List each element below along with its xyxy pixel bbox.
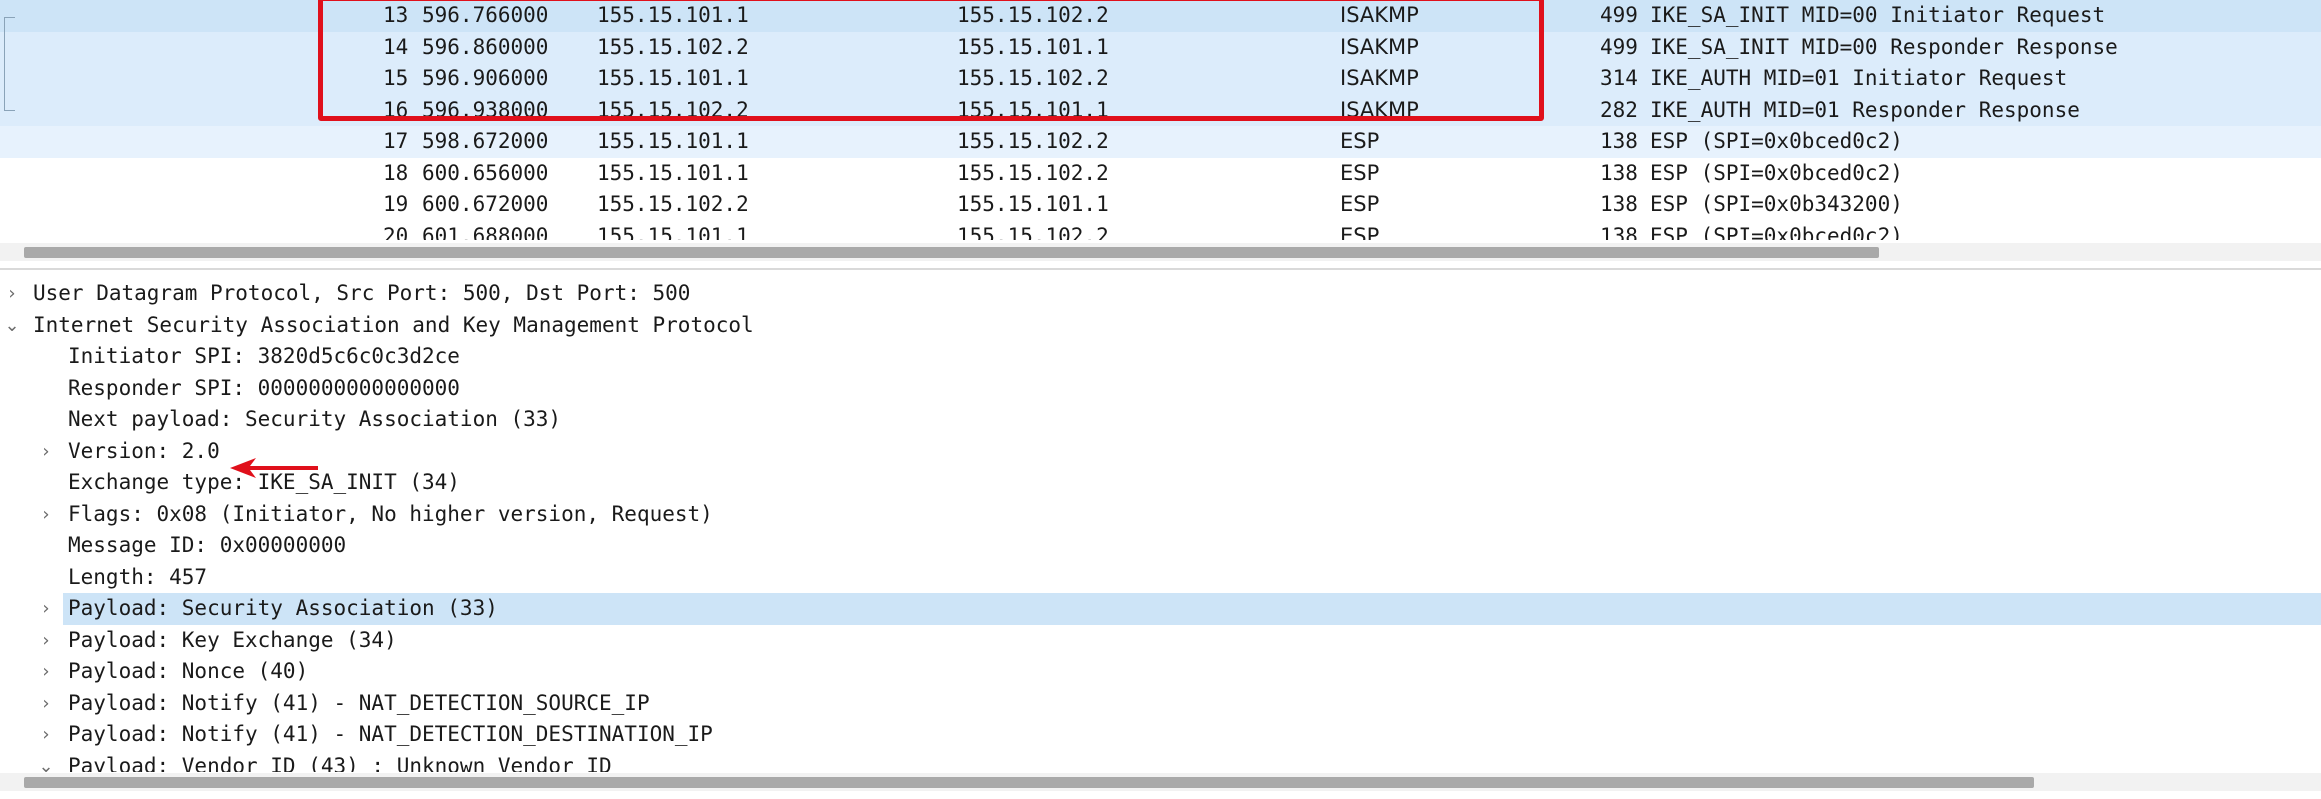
packet-info: IKE_SA_INIT MID=00 Responder Response — [1650, 34, 2118, 59]
tree-label: Payload: Notify (41) - NAT_DETECTION_DES… — [68, 722, 713, 746]
packet-length: 138 — [1600, 129, 1638, 153]
tree-row-payload-sa[interactable]: › Payload: Security Association (33) — [0, 593, 2321, 625]
annotation-highlight-box — [318, 0, 1544, 121]
packet-row-19[interactable]: 19 600.672000 155.15.102.2 155.15.101.1 … — [0, 189, 2321, 221]
tree-row-isakmp[interactable]: ⌄ Internet Security Association and Key … — [0, 310, 2321, 342]
packet-source: 155.15.101.1 — [597, 223, 749, 241]
packet-info: IKE_SA_INIT MID=00 Initiator Request — [1650, 3, 2106, 27]
tree-row-flags[interactable]: › Flags: 0x08 (Initiator, No higher vers… — [0, 499, 2321, 531]
packet-info: ESP (SPI=0x0bced0c2) — [1650, 223, 1903, 241]
chevron-right-icon[interactable]: › — [36, 688, 56, 720]
packet-destination: 155.15.102.2 — [957, 223, 1109, 241]
chevron-right-icon[interactable]: › — [36, 656, 56, 688]
packet-destination: 155.15.102.2 — [957, 160, 1109, 185]
packet-length: 282 — [1600, 97, 1638, 122]
packet-length: 138 — [1600, 192, 1638, 216]
packet-details-scrollbar[interactable] — [0, 773, 2321, 791]
packet-no: 20 — [383, 223, 409, 241]
tree-row-exchange-type[interactable]: Exchange type: IKE_SA_INIT (34) — [0, 467, 2321, 499]
tree-row-udp[interactable]: › User Datagram Protocol, Src Port: 500,… — [0, 278, 2321, 310]
tree-label: Payload: Notify (41) - NAT_DETECTION_SOU… — [68, 690, 650, 715]
tree-row-length[interactable]: Length: 457 — [0, 562, 2321, 594]
packet-no: 19 — [383, 192, 409, 216]
packet-destination: 155.15.102.2 — [957, 129, 1109, 153]
packet-info: ESP (SPI=0x0bced0c2) — [1650, 160, 1903, 185]
packet-destination: 155.15.101.1 — [957, 192, 1109, 216]
packet-length: 138 — [1600, 160, 1638, 185]
tree-label: Next payload: Security Association (33) — [68, 407, 562, 431]
tree-label: User Datagram Protocol, Src Port: 500, D… — [33, 281, 691, 305]
packet-length: 314 — [1600, 66, 1638, 90]
tree-row-payload-nonce[interactable]: › Payload: Nonce (40) — [0, 656, 2321, 688]
scrollbar-thumb[interactable] — [24, 777, 2034, 788]
scrollbar-thumb[interactable] — [24, 247, 1879, 258]
tree-label: Flags: 0x08 (Initiator, No higher versio… — [68, 501, 713, 526]
tree-row-payload-ke[interactable]: › Payload: Key Exchange (34) — [0, 625, 2321, 657]
packet-length: 499 — [1600, 34, 1638, 59]
chevron-down-icon[interactable]: ⌄ — [36, 751, 56, 773]
packet-row-17[interactable]: 17 598.672000 155.15.101.1 155.15.102.2 … — [0, 126, 2321, 158]
packet-protocol: ESP — [1340, 129, 1380, 153]
tree-label: Payload: Nonce (40) — [68, 659, 309, 683]
tree-row-message-id[interactable]: Message ID: 0x00000000 — [0, 530, 2321, 562]
packet-row-18[interactable]: 18 600.656000 155.15.101.1 155.15.102.2 … — [0, 157, 2321, 189]
packet-info: IKE_AUTH MID=01 Initiator Request — [1650, 66, 2068, 90]
conversation-bracket — [4, 17, 15, 111]
tree-label: Payload: Vendor ID (43) : Unknown Vendor… — [68, 753, 612, 773]
packet-no: 18 — [383, 160, 409, 185]
tree-label: Version: 2.0 — [68, 438, 220, 463]
tree-label: Payload: Security Association (33) — [68, 596, 498, 620]
packet-info: IKE_AUTH MID=01 Responder Response — [1650, 97, 2080, 122]
tree-row-next-payload[interactable]: Next payload: Security Association (33) — [0, 404, 2321, 436]
packet-length: 138 — [1600, 223, 1638, 241]
chevron-right-icon[interactable]: › — [36, 719, 56, 751]
packet-time: 601.688000 — [422, 223, 549, 241]
packet-source: 155.15.102.2 — [597, 192, 749, 216]
packet-protocol: ESP — [1340, 160, 1380, 185]
tree-label: Message ID: 0x00000000 — [68, 533, 347, 557]
packet-list[interactable]: 13 596.766000 155.15.101.1 155.15.102.2 … — [0, 0, 2321, 240]
packet-details-tree[interactable]: › User Datagram Protocol, Src Port: 500,… — [0, 278, 2321, 772]
tree-label: Responder SPI: 0000000000000000 — [68, 375, 460, 400]
packet-time: 600.672000 — [422, 192, 549, 216]
tree-row-initiator-spi[interactable]: Initiator SPI: 3820d5c6c0c3d2ce — [0, 341, 2321, 373]
packet-time: 598.672000 — [422, 129, 549, 153]
tree-row-version[interactable]: › Version: 2.0 — [0, 436, 2321, 478]
tree-label: Exchange type: IKE_SA_INIT (34) — [68, 470, 460, 494]
chevron-down-icon[interactable]: ⌄ — [2, 310, 22, 342]
tree-row-payload-notify-dst[interactable]: › Payload: Notify (41) - NAT_DETECTION_D… — [0, 719, 2321, 751]
chevron-right-icon[interactable]: › — [36, 499, 56, 531]
tree-label: Payload: Key Exchange (34) — [68, 627, 397, 652]
packet-protocol: ESP — [1340, 192, 1380, 216]
packet-protocol: ESP — [1340, 223, 1380, 241]
packet-time: 600.656000 — [422, 160, 549, 185]
chevron-right-icon[interactable]: › — [36, 625, 56, 657]
packet-info: ESP (SPI=0x0b343200) — [1650, 192, 1903, 216]
tree-label: Internet Security Association and Key Ma… — [33, 312, 754, 337]
pane-divider[interactable] — [0, 268, 2321, 270]
chevron-right-icon[interactable]: › — [2, 278, 22, 310]
tree-row-payload-vendor-id[interactable]: ⌄ Payload: Vendor ID (43) : Unknown Vend… — [0, 751, 2321, 773]
tree-row-payload-notify-src[interactable]: › Payload: Notify (41) - NAT_DETECTION_S… — [0, 688, 2321, 720]
packet-list-scrollbar[interactable] — [0, 243, 2321, 261]
tree-label: Initiator SPI: 3820d5c6c0c3d2ce — [68, 344, 460, 368]
packet-info: ESP (SPI=0x0bced0c2) — [1650, 129, 1903, 153]
packet-row-20[interactable]: 20 601.688000 155.15.101.1 155.15.102.2 … — [0, 220, 2321, 241]
tree-row-responder-spi[interactable]: Responder SPI: 0000000000000000 — [0, 373, 2321, 405]
tree-label: Length: 457 — [68, 564, 208, 589]
packet-source: 155.15.101.1 — [597, 160, 749, 185]
packet-no: 17 — [383, 129, 409, 153]
packet-source: 155.15.101.1 — [597, 129, 749, 153]
chevron-right-icon[interactable]: › — [36, 593, 56, 625]
chevron-right-icon[interactable]: › — [36, 436, 56, 468]
packet-length: 499 — [1600, 3, 1638, 27]
